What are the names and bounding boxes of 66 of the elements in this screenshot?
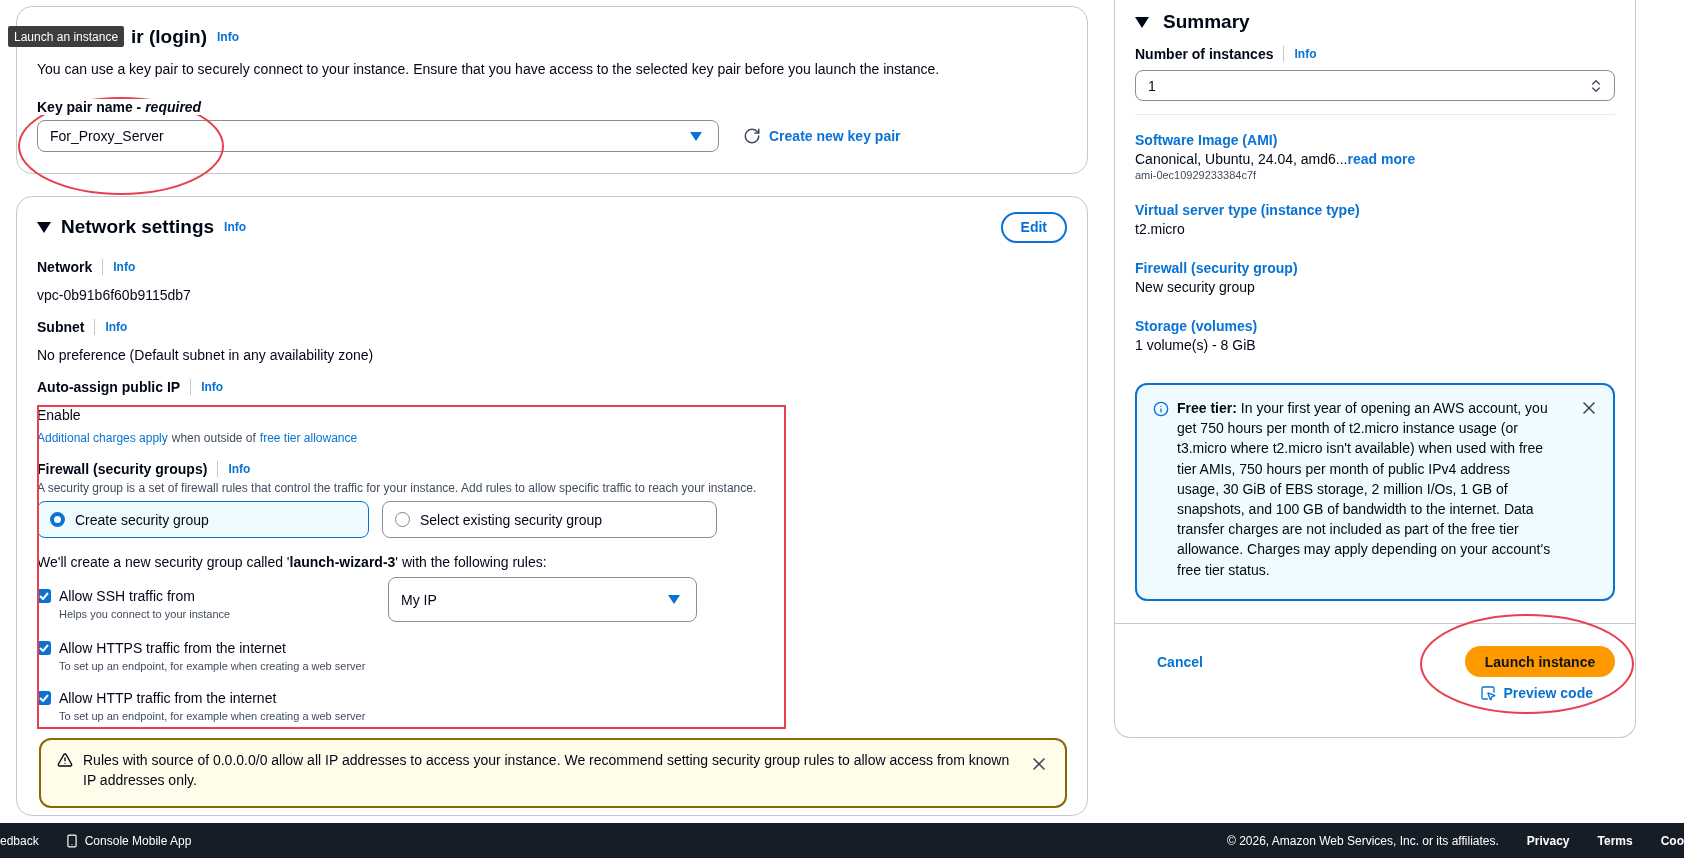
ami-id: ami-0ec10929233384c7f bbox=[1135, 169, 1258, 181]
rule-hint: Helps you connect to your instance bbox=[59, 608, 231, 620]
info-link[interactable]: Info bbox=[105, 320, 128, 334]
source-select[interactable]: My IP bbox=[388, 577, 697, 622]
rule-hint: To set up an endpoint, for example when creating a web server bbox=[59, 660, 366, 672]
mobile-app-link[interactable]: Console Mobile App bbox=[84, 833, 192, 848]
field-label: Firewall (security groups) bbox=[37, 461, 208, 477]
field-label: Network bbox=[37, 259, 93, 275]
summary-value: t2.micro bbox=[1135, 220, 1185, 239]
section-title: ir (login) bbox=[131, 26, 207, 48]
summary-title: Summary bbox=[1163, 11, 1250, 33]
summary-heading-link[interactable]: Storage (volumes) bbox=[1135, 317, 1615, 336]
section-title: Network settings bbox=[61, 216, 215, 238]
summary-heading-link[interactable]: Software Image (AMI) bbox=[1135, 131, 1615, 150]
launch-instance-button[interactable]: Launch instance bbox=[1465, 646, 1615, 677]
footer-link[interactable]: Privacy bbox=[1526, 833, 1570, 848]
caret-icon bbox=[690, 131, 702, 141]
free-tier-link[interactable]: free tier allowance bbox=[259, 431, 358, 445]
info-link[interactable]: Info bbox=[217, 30, 239, 44]
caret-icon bbox=[668, 595, 680, 604]
field-value: No preference (Default subnet in any availability zone) bbox=[37, 347, 375, 363]
summary-heading-link[interactable]: Firewall (security group) bbox=[1135, 259, 1615, 278]
toggle-icon[interactable] bbox=[1135, 15, 1149, 29]
warning-text: Rules with source of 0.0.0.0/0 allow all IP addresses to access your instance. We recommend setting security group rules to allow access from known IP addresses only. bbox=[83, 751, 1011, 790]
feedback-link[interactable]: edback bbox=[0, 833, 39, 848]
info-link[interactable]: Info bbox=[113, 260, 136, 274]
rule-label: Allow HTTPS traffic from the internet bbox=[59, 639, 287, 658]
key-pair-select[interactable]: For_Proxy_Server bbox=[37, 120, 719, 152]
footer-link[interactable]: Coo bbox=[1660, 833, 1684, 848]
instances-input[interactable]: 1 bbox=[1135, 70, 1615, 101]
field-label: Number of instances bbox=[1135, 46, 1274, 62]
info-link[interactable]: Info bbox=[228, 462, 251, 476]
info-link[interactable]: Info bbox=[1294, 47, 1317, 61]
radio-option[interactable]: Select existing security group bbox=[382, 501, 717, 538]
radio-option[interactable]: Create security group bbox=[37, 501, 369, 538]
refresh-icon bbox=[743, 127, 761, 145]
info-link[interactable]: Info bbox=[201, 380, 224, 394]
summary-value: New security group bbox=[1135, 278, 1255, 297]
rule-label: Allow SSH traffic from bbox=[59, 587, 196, 606]
field-label: Subnet bbox=[37, 319, 85, 335]
charges-link[interactable]: Additional charges apply bbox=[37, 431, 168, 445]
field-label: Auto-assign public IP bbox=[37, 379, 181, 395]
note-text: when outside of bbox=[171, 431, 256, 445]
code-preview-icon bbox=[1479, 685, 1496, 701]
create-key-pair-link[interactable]: Create new key pair bbox=[743, 127, 901, 145]
rule-hint: To set up an endpoint, for example when creating a web server bbox=[59, 710, 366, 722]
summary-value: Canonical, Ubuntu, 24.04, amd6... bbox=[1135, 150, 1348, 169]
cancel-link[interactable]: Cancel bbox=[1157, 653, 1203, 670]
copyright-text: © 2026, Amazon Web Services, Inc. or its affiliates. bbox=[1226, 833, 1499, 848]
summary-value: 1 volume(s) - 8 GiB bbox=[1135, 336, 1256, 355]
description: You can use a key pair to securely connect to your instance. Ensure that you have access to the selected key pair before you launch the instance. bbox=[37, 61, 941, 77]
info-icon bbox=[1153, 401, 1169, 417]
field-value: vpc-0b91b6f60b9115db7 bbox=[37, 287, 192, 303]
warning-icon bbox=[57, 752, 73, 768]
summary-heading-link[interactable]: Virtual server type (instance type) bbox=[1135, 201, 1615, 220]
read-more-link[interactable]: read more bbox=[1347, 150, 1416, 169]
field-label: Key pair name - required bbox=[35, 99, 204, 115]
free-tier-text: Free tier: In your first year of opening an AWS account, you get 750 hours per month of t2.micro instance usage (or t3.micro where t2.micro isn't available) when used with free tier AMIs, 750 hours per month of public IPv4 address usage, 30 GiB of EBS storage, 2 million I/Os, 1 GB of snapshots, and 100 GB of bandwidth to the internet. Data transfer charges are not included as part of the free tier allowance. Charges may apply depending on your account's free tier status. bbox=[1177, 399, 1551, 580]
edit-button[interactable]: Edit bbox=[1000, 211, 1067, 243]
toggle-icon[interactable] bbox=[37, 220, 51, 234]
phone-icon bbox=[64, 833, 79, 848]
footer-link[interactable]: Terms bbox=[1597, 833, 1633, 848]
preview-code-link[interactable]: Preview code bbox=[1479, 685, 1593, 701]
tooltip: Launch an instance bbox=[8, 26, 125, 47]
info-link[interactable]: Info bbox=[224, 220, 247, 234]
rule-label: Allow HTTP traffic from the internet bbox=[59, 689, 278, 708]
